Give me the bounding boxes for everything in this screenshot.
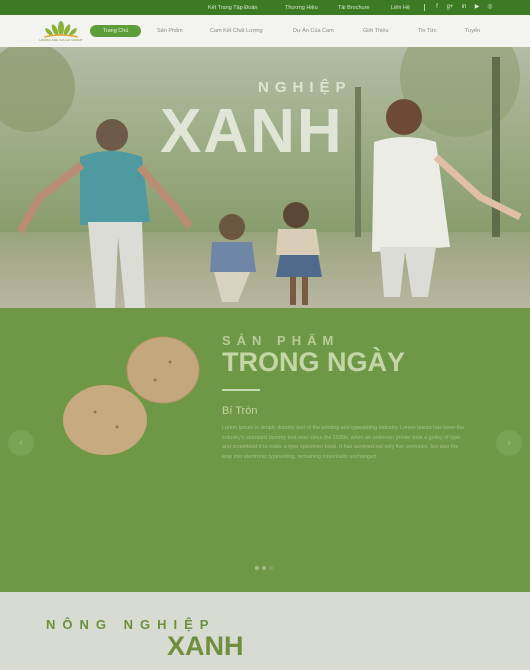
slider-dot[interactable] xyxy=(269,566,273,570)
product-section-title: TRONG NGÀY xyxy=(222,347,406,377)
product-description: Lorem Ipsum is simply dummy text of the … xyxy=(222,425,465,460)
nav-item-products[interactable]: Sản Phẩm xyxy=(157,25,183,37)
nav-item-projects[interactable]: Dự Án Của Cam xyxy=(293,25,334,37)
top-link-brand[interactable]: Thương Hiệu xyxy=(285,5,318,11)
product-label: SẢN PHẨM xyxy=(222,333,340,348)
facebook-icon[interactable]: f xyxy=(433,3,441,11)
top-bar: Kết Trang Tập Đoàn Thương Hiệu Tải Broch… xyxy=(0,0,530,15)
hero-title: XANH xyxy=(160,97,344,166)
google-plus-icon[interactable]: g+ xyxy=(446,3,454,11)
nav-item-news[interactable]: Tin Tức xyxy=(418,25,437,37)
top-link-group[interactable]: Kết Trang Tập Đoàn xyxy=(208,5,257,11)
slider-dot[interactable] xyxy=(262,566,266,570)
slider-dot[interactable] xyxy=(255,566,259,570)
hero-subtitle: NGHIỆP xyxy=(258,79,352,96)
top-link-brochure[interactable]: Tải Brochure xyxy=(338,5,370,11)
product-name: Bí Tròn xyxy=(222,405,258,417)
linkedin-icon[interactable]: in xyxy=(460,3,468,11)
title-underline xyxy=(222,389,260,391)
chevron-right-icon[interactable]: › xyxy=(496,430,522,456)
nav-item-careers[interactable]: Tuyển xyxy=(465,25,480,37)
chevron-left-icon[interactable]: ‹ xyxy=(8,430,34,456)
top-divider xyxy=(424,4,425,11)
product-image xyxy=(63,336,200,455)
top-link-contact[interactable]: Liên Hệ xyxy=(391,5,410,11)
section-title: XANH xyxy=(167,631,244,661)
section-subtitle: NÔNG NGHIỆP xyxy=(46,617,216,632)
instagram-icon[interactable]: ◎ xyxy=(486,3,494,11)
nav-item-quality[interactable]: Cam Kết Chất Lượng xyxy=(210,25,263,37)
nav-item-home[interactable]: Trang Chủ xyxy=(90,25,141,37)
youtube-icon[interactable]: ▶ xyxy=(473,3,481,11)
nav-item-about[interactable]: Giới Thiệu xyxy=(363,25,389,37)
logo-text: HOÀNG ANH GIA LAI GROUP xyxy=(39,38,83,42)
